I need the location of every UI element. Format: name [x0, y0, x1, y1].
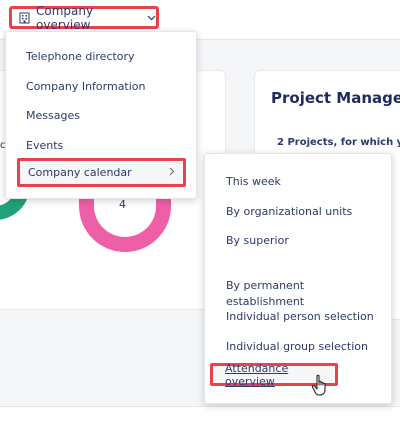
submenu-item-label: This week — [226, 175, 281, 188]
menu-item-company-calendar[interactable]: Company calendar — [17, 158, 186, 187]
menu-item-label: Company calendar — [28, 166, 132, 179]
menu-item-label: Company Information — [26, 80, 146, 93]
menu-item-label: Events — [26, 139, 64, 152]
submenu-item-label: By permanent establishment — [226, 279, 305, 308]
hand-pointer-icon — [311, 374, 331, 402]
submenu-item-by-organizational-units[interactable]: By organizational units — [226, 204, 352, 220]
menu-item-company-information[interactable]: Company Information — [6, 80, 196, 93]
chevron-down-icon — [147, 15, 156, 21]
menu-item-events[interactable]: Events — [6, 139, 196, 152]
submenu-item-label: Individual group selection — [226, 340, 368, 353]
submenu-item-label: By organizational units — [226, 205, 353, 218]
donut-value: 4 — [119, 198, 126, 211]
menu-item-label: Messages — [26, 109, 80, 122]
company-overview-dropdown: Telephone directory Company Information … — [5, 31, 197, 199]
submenu-item-by-permanent-establishment[interactable]: By permanent establishment — [226, 262, 304, 310]
company-overview-label: Company overview — [36, 3, 94, 32]
page: Company overview c 4 Project Managem 2 P… — [0, 0, 400, 427]
chevron-right-icon — [169, 167, 175, 179]
menu-item-telephone-directory[interactable]: Telephone directory — [6, 50, 196, 63]
bottom-bar — [0, 406, 400, 427]
building-icon — [19, 12, 30, 24]
submenu-item-by-superior[interactable]: By superior — [226, 233, 289, 249]
menu-item-messages[interactable]: Messages — [6, 109, 196, 122]
submenu-item-individual-person-selection[interactable]: Individual person selection — [226, 309, 374, 325]
company-overview-menu-button[interactable]: Company overview — [9, 3, 159, 32]
card-title: Project Managem — [271, 89, 400, 107]
submenu-item-label: By superior — [226, 234, 289, 247]
card-subtitle: 2 Projects, for which you — [277, 137, 400, 148]
submenu-item-this-week[interactable]: This week — [226, 174, 281, 190]
submenu-item-label: Individual person selection — [226, 310, 374, 323]
menu-item-label: Telephone directory — [26, 50, 135, 63]
submenu-item-individual-group-selection[interactable]: Individual group selection — [226, 339, 368, 355]
